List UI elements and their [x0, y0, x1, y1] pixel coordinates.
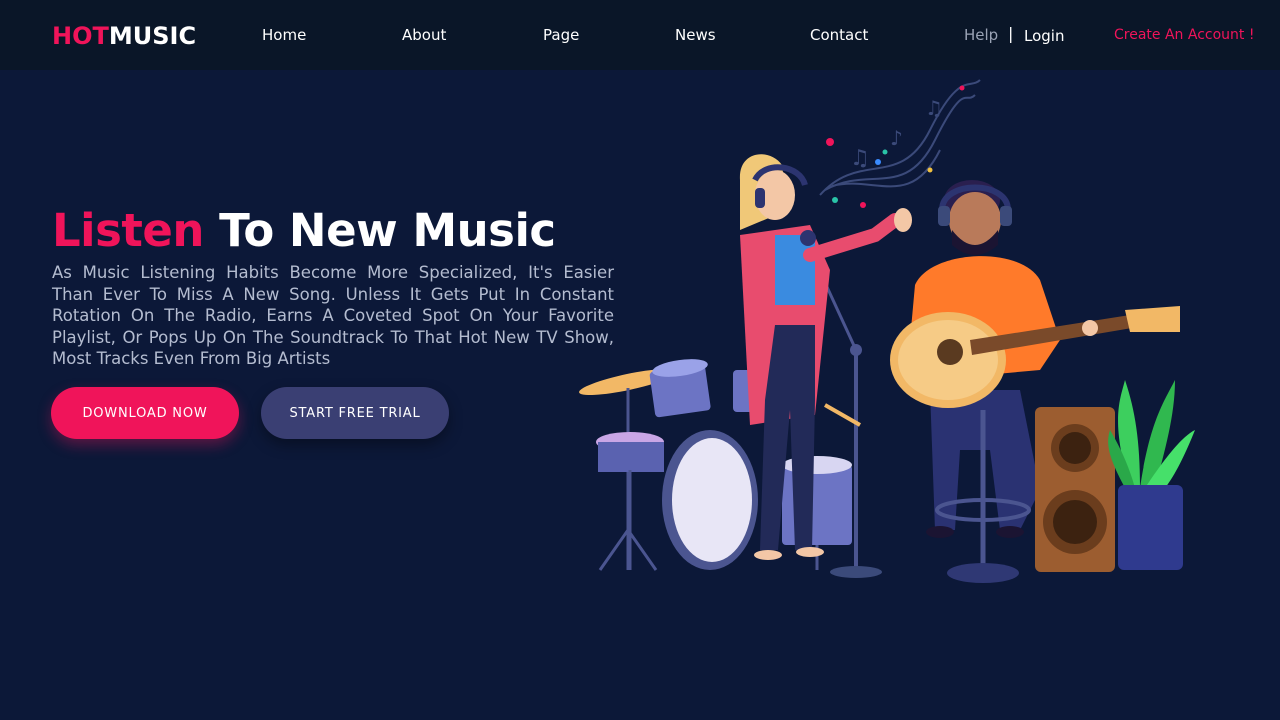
help-link[interactable]: Help [964, 26, 998, 44]
create-account-link[interactable]: Create An Account ! [1114, 27, 1254, 43]
nav-separator: | [1008, 24, 1014, 43]
speaker [1035, 407, 1115, 572]
svg-text:♪: ♪ [890, 126, 903, 150]
nav-about[interactable]: About [402, 26, 446, 44]
nav-page[interactable]: Page [543, 26, 579, 44]
svg-text:♫: ♫ [925, 96, 943, 120]
plant [1108, 380, 1195, 570]
start-free-trial-button[interactable]: START FREE TRIAL [261, 387, 449, 439]
band-illustration: ♫ ♪ ♫ [579, 79, 1195, 583]
nav-home[interactable]: Home [262, 26, 306, 44]
nav-contact[interactable]: Contact [810, 26, 868, 44]
svg-text:♫: ♫ [850, 146, 870, 171]
hero-title: Listen To New Music [52, 204, 556, 257]
download-now-button[interactable]: DOWNLOAD NOW [51, 387, 239, 439]
logo[interactable]: HOTMUSIC [52, 22, 196, 50]
logo-hot: HOT [52, 22, 109, 50]
logo-music: MUSIC [108, 22, 197, 50]
hero-title-highlight: Listen [52, 204, 204, 257]
login-link[interactable]: Login [1024, 27, 1064, 45]
nav-news[interactable]: News [675, 26, 716, 44]
hero-description: As Music Listening Habits Become More Sp… [52, 263, 614, 369]
navbar: HOTMUSIC Home About Page News Contact He… [0, 0, 1280, 70]
hero-title-rest: To New Music [203, 204, 556, 257]
